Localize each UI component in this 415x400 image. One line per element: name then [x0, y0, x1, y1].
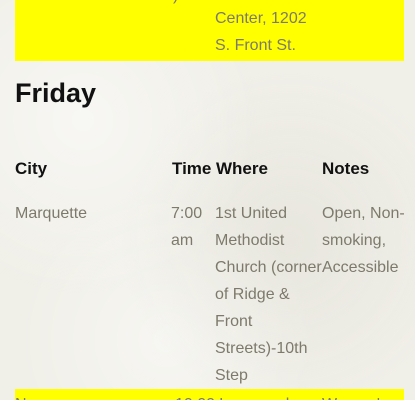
city-cell: Negaunee — [15, 391, 89, 400]
where-line: S. Front St. — [215, 37, 296, 54]
previous-meeting-row: ) Center, 1202 S. Front St. — [15, 0, 404, 61]
where-line: Center, 1202 — [215, 10, 307, 27]
clipped-text-fragment: ) — [173, 0, 178, 6]
time-cell: 10:00 — [175, 391, 215, 400]
where-cell-line: Church (corner — [215, 259, 322, 276]
where-cell-line: Step — [215, 367, 248, 384]
notes-cell-line: Accessible — [322, 259, 399, 276]
where-cell: Immanuel — [219, 391, 289, 400]
notes-cell-line: Open, Non- — [322, 205, 405, 222]
next-meeting-row: Negaunee 10:00 Immanuel Women's — [15, 389, 404, 400]
column-header-where: Where — [216, 159, 268, 178]
column-header-city: City — [15, 159, 48, 178]
where-cell-line: Front — [215, 313, 253, 330]
where-cell-line: Methodist — [215, 232, 285, 249]
day-heading: Friday — [15, 78, 97, 108]
column-header-time: Time — [172, 159, 212, 178]
city-cell: Marquette — [15, 205, 88, 222]
time-cell-line: am — [171, 232, 194, 249]
notes-cell-line: smoking, — [322, 232, 387, 249]
time-cell-line: 7:00 — [171, 205, 203, 222]
where-cell-line: of Ridge & — [215, 286, 290, 303]
where-cell-line: Streets)-10th — [215, 340, 308, 357]
notes-cell: Women's — [322, 391, 388, 400]
where-cell-line: 1st United — [215, 205, 288, 222]
column-header-notes: Notes — [322, 159, 370, 178]
